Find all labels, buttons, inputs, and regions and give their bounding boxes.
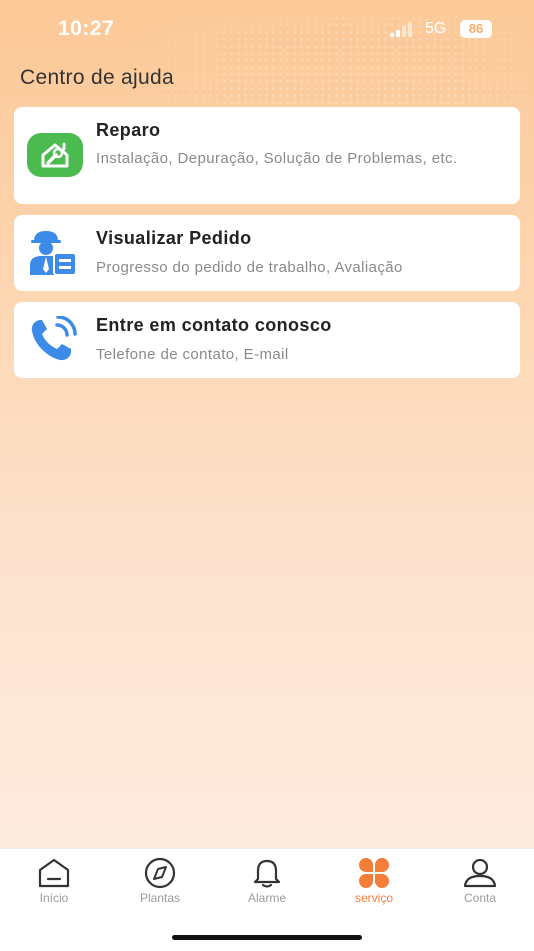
view-order-title: Visualizar Pedido [96,228,252,248]
home-indicator [172,935,362,940]
tab-service[interactable]: serviço [324,857,424,907]
tab-home-label: Início [39,891,69,905]
tab-account-label: Conta [463,891,497,905]
tab-alarm-label: Alarme [247,891,286,905]
tab-plants-label: Plantas [139,891,181,905]
repair-house-icon [27,133,83,182]
tab-service-label: serviço [354,891,393,905]
repair-title: Reparo [96,120,161,140]
service-petals-icon [359,858,389,888]
user-icon [463,858,497,888]
compass-icon [144,857,176,889]
tab-alarm[interactable]: Alarme [217,857,317,907]
view-order-description: Progresso do pedido de trabalho, Avaliaç… [96,259,403,276]
home-icon [38,858,70,888]
tab-home[interactable]: Início [4,857,104,907]
page-title: Centro de ajuda [20,66,174,89]
status-time: 10:27 [58,17,115,40]
phone-call-icon [27,315,83,369]
contact-card[interactable]: Entre em contato conosco Telefone de con… [14,302,520,378]
contact-description: Telefone de contato, E-mail [96,346,289,363]
bell-icon [253,859,281,888]
contact-title: Entre em contato conosco [96,315,332,335]
repair-card[interactable]: Reparo Instalação, Depuração, Solução de… [14,107,520,204]
tab-plants[interactable]: Plantas [110,857,210,907]
worker-order-icon [27,229,79,282]
view-order-card[interactable]: Visualizar Pedido Progresso do pedido de… [14,215,520,291]
tab-account[interactable]: Conta [430,857,530,907]
repair-description: Instalação, Depuração, Solução de Proble… [96,150,458,167]
